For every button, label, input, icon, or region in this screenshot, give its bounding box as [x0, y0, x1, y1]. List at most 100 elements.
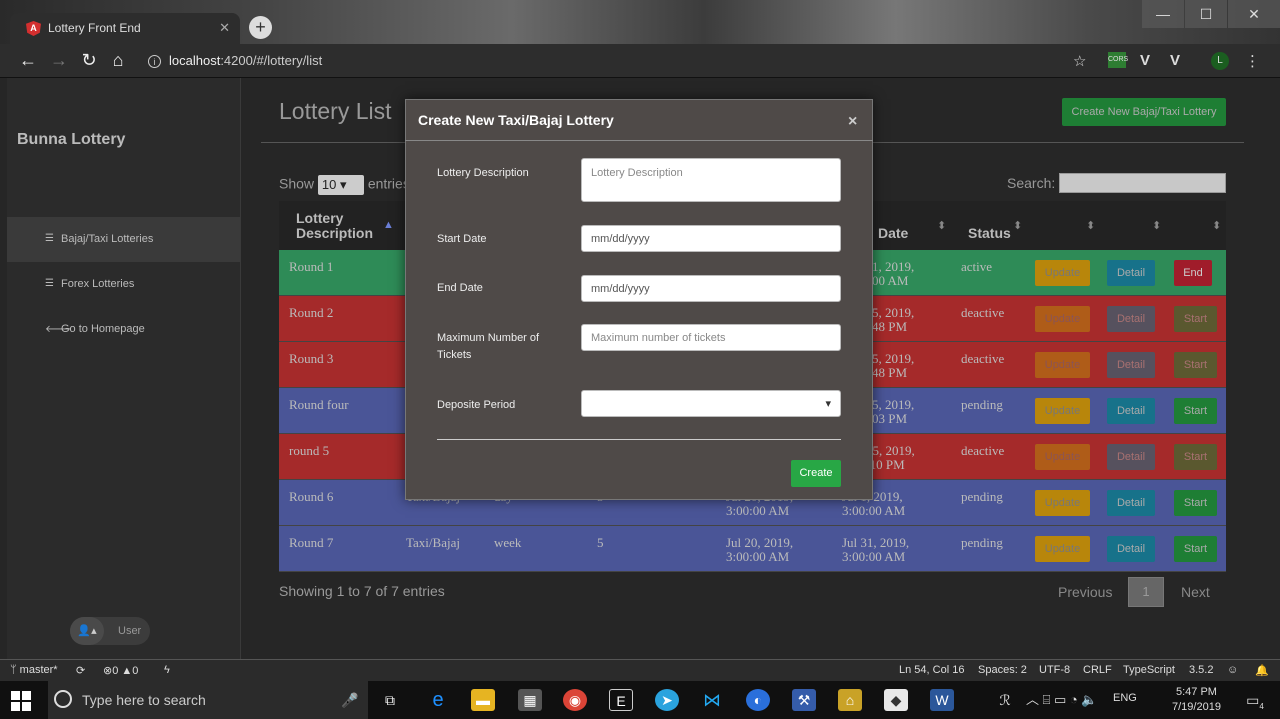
user-button[interactable]: 👤▴ User — [70, 617, 150, 645]
profile-avatar[interactable]: L — [1211, 52, 1229, 70]
git-branch[interactable]: ᛘ master* — [10, 664, 58, 676]
cors-extension-icon[interactable]: CORS — [1108, 52, 1128, 68]
app-icon-2[interactable]: E — [609, 689, 633, 711]
lightning-icon[interactable]: ϟ — [164, 664, 170, 676]
sort-icon[interactable]: ⬍ — [1212, 219, 1221, 232]
bookmark-star-icon[interactable]: ☆ — [1073, 52, 1086, 70]
create-lottery-button[interactable]: Create New Bajaj/Taxi Lottery — [1062, 98, 1226, 126]
language-mode[interactable]: TypeScript — [1123, 664, 1175, 676]
minimize-button[interactable]: — — [1142, 0, 1184, 28]
vscode-icon[interactable]: ⋈ — [700, 689, 724, 711]
update-button[interactable]: Update — [1035, 444, 1090, 470]
maximize-button[interactable]: ☐ — [1185, 0, 1227, 28]
start-button[interactable]: Start — [1174, 352, 1217, 378]
reload-icon[interactable]: ↻ — [78, 50, 100, 71]
address-bar[interactable]: i localhost:4200/#/lottery/list — [140, 49, 1060, 73]
chrome-icon[interactable]: ◉ — [563, 689, 587, 711]
start-button[interactable]: Start — [1174, 536, 1217, 562]
description-textarea[interactable]: Lottery Description — [581, 158, 841, 202]
update-button[interactable]: Update — [1035, 536, 1090, 562]
sort-icon[interactable]: ⬍ — [1086, 219, 1095, 232]
sort-icon[interactable]: ⬍ — [1152, 219, 1161, 232]
detail-button[interactable]: Detail — [1107, 490, 1155, 516]
browser-tab[interactable]: A Lottery Front End ✕ — [10, 13, 240, 44]
sidebar-item-forex[interactable]: ☰ Forex Lotteries — [7, 262, 240, 307]
update-button[interactable]: Update — [1035, 260, 1090, 286]
detail-button[interactable]: Detail — [1107, 536, 1155, 562]
taskbar-search[interactable]: Type here to search — [48, 681, 368, 719]
end-button[interactable]: End — [1174, 260, 1212, 286]
detail-button[interactable]: Detail — [1107, 444, 1155, 470]
vue-extension-icon[interactable]: V — [1140, 52, 1150, 69]
system-tray-icons[interactable]: ︿ ⌸ ▭ ◔ 🔈 — [1026, 689, 1106, 711]
sort-icon[interactable]: ⬍ — [937, 219, 946, 232]
detail-button[interactable]: Detail — [1107, 352, 1155, 378]
feedback-smiley-icon[interactable]: ☺ — [1227, 664, 1238, 676]
page-length-select[interactable]: 10 ▾ — [317, 175, 364, 195]
encoding[interactable]: UTF-8 — [1039, 664, 1070, 676]
max-tickets-input[interactable]: Maximum number of tickets — [581, 324, 841, 351]
previous-page-button[interactable]: Previous — [1058, 584, 1112, 600]
sync-icon[interactable]: ⟳ — [76, 664, 85, 677]
detail-button[interactable]: Detail — [1107, 306, 1155, 332]
modal-close-icon[interactable]: × — [848, 113, 857, 131]
file-explorer-icon[interactable]: ▬ — [471, 689, 495, 711]
problems-indicator[interactable]: ⊗0 ▲0 — [103, 664, 138, 677]
sidebar-item-bajaj-taxi[interactable]: ☰ Bajaj/Taxi Lotteries — [7, 217, 240, 262]
people-icon[interactable]: ℛ — [993, 689, 1017, 711]
detail-button[interactable]: Detail — [1107, 398, 1155, 424]
end-date-label: End Date — [437, 282, 483, 294]
start-date-input[interactable]: mm/dd/yyyy — [581, 225, 841, 252]
windows-start-icon[interactable] — [10, 690, 32, 712]
taskbar-search-placeholder: Type here to search — [82, 692, 206, 708]
language-indicator[interactable]: ENG — [1113, 692, 1137, 704]
edge-icon[interactable]: e — [426, 689, 450, 711]
sort-asc-icon[interactable]: ▲ — [383, 219, 394, 231]
firefox-dev-icon[interactable]: ◐ — [746, 689, 770, 711]
detail-button[interactable]: Detail — [1107, 260, 1155, 286]
action-center-icon[interactable]: ▭4 — [1240, 689, 1270, 711]
end-date-input[interactable]: mm/dd/yyyy — [581, 275, 841, 302]
update-button[interactable]: Update — [1035, 398, 1090, 424]
close-window-button[interactable]: ✕ — [1228, 0, 1280, 28]
new-tab-button[interactable]: + — [249, 16, 272, 39]
column-header-description[interactable]: Lottery Description — [296, 211, 376, 241]
word-icon[interactable]: W — [930, 689, 954, 711]
update-button[interactable]: Update — [1035, 352, 1090, 378]
vue-extension-icon-2[interactable]: V — [1170, 52, 1180, 69]
app-icon[interactable]: ▦ — [518, 689, 542, 711]
next-page-button[interactable]: Next — [1181, 584, 1210, 600]
telegram-icon[interactable]: ➤ — [655, 689, 679, 711]
task-view-icon[interactable]: ⧉ — [378, 689, 402, 711]
column-header-status[interactable]: Status — [968, 226, 1011, 241]
chrome-menu-icon[interactable]: ⋮ — [1245, 52, 1260, 70]
start-button[interactable]: Start — [1174, 306, 1217, 332]
ts-version[interactable]: 3.5.2 — [1189, 664, 1213, 676]
microphone-icon[interactable]: 🎤 — [338, 689, 362, 711]
app-icon-4[interactable]: ⌂ — [838, 689, 862, 711]
start-button[interactable]: Start — [1174, 398, 1217, 424]
start-button[interactable]: Start — [1174, 490, 1217, 516]
page-scrollbar[interactable] — [1270, 78, 1280, 659]
line-ending[interactable]: CRLF — [1083, 664, 1112, 676]
clock[interactable]: 5:47 PM 7/19/2019 — [1172, 685, 1221, 715]
deposit-period-select[interactable]: ▾ — [581, 390, 841, 417]
start-button[interactable]: Start — [1174, 444, 1217, 470]
forward-icon[interactable]: → — [48, 50, 70, 71]
create-button[interactable]: Create — [791, 460, 841, 487]
sort-icon[interactable]: ⬍ — [1013, 219, 1022, 232]
sidebar-item-homepage[interactable]: 🡐 Go to Homepage — [7, 307, 240, 352]
page-1-button[interactable]: 1 — [1128, 577, 1164, 607]
cursor-position[interactable]: Ln 54, Col 16 — [899, 664, 964, 676]
indentation[interactable]: Spaces: 2 — [978, 664, 1027, 676]
update-button[interactable]: Update — [1035, 490, 1090, 516]
git-icon[interactable]: ◆ — [884, 689, 908, 711]
close-tab-icon[interactable]: ✕ — [219, 20, 230, 36]
notification-bell-icon[interactable]: 🔔 — [1255, 664, 1269, 677]
search-input[interactable] — [1059, 173, 1226, 193]
home-icon[interactable]: ⌂ — [107, 50, 129, 71]
update-button[interactable]: Update — [1035, 306, 1090, 332]
back-icon[interactable]: ← — [17, 50, 39, 71]
column-header-end-date[interactable]: Date — [878, 226, 908, 241]
app-icon-3[interactable]: ⚒ — [792, 689, 816, 711]
